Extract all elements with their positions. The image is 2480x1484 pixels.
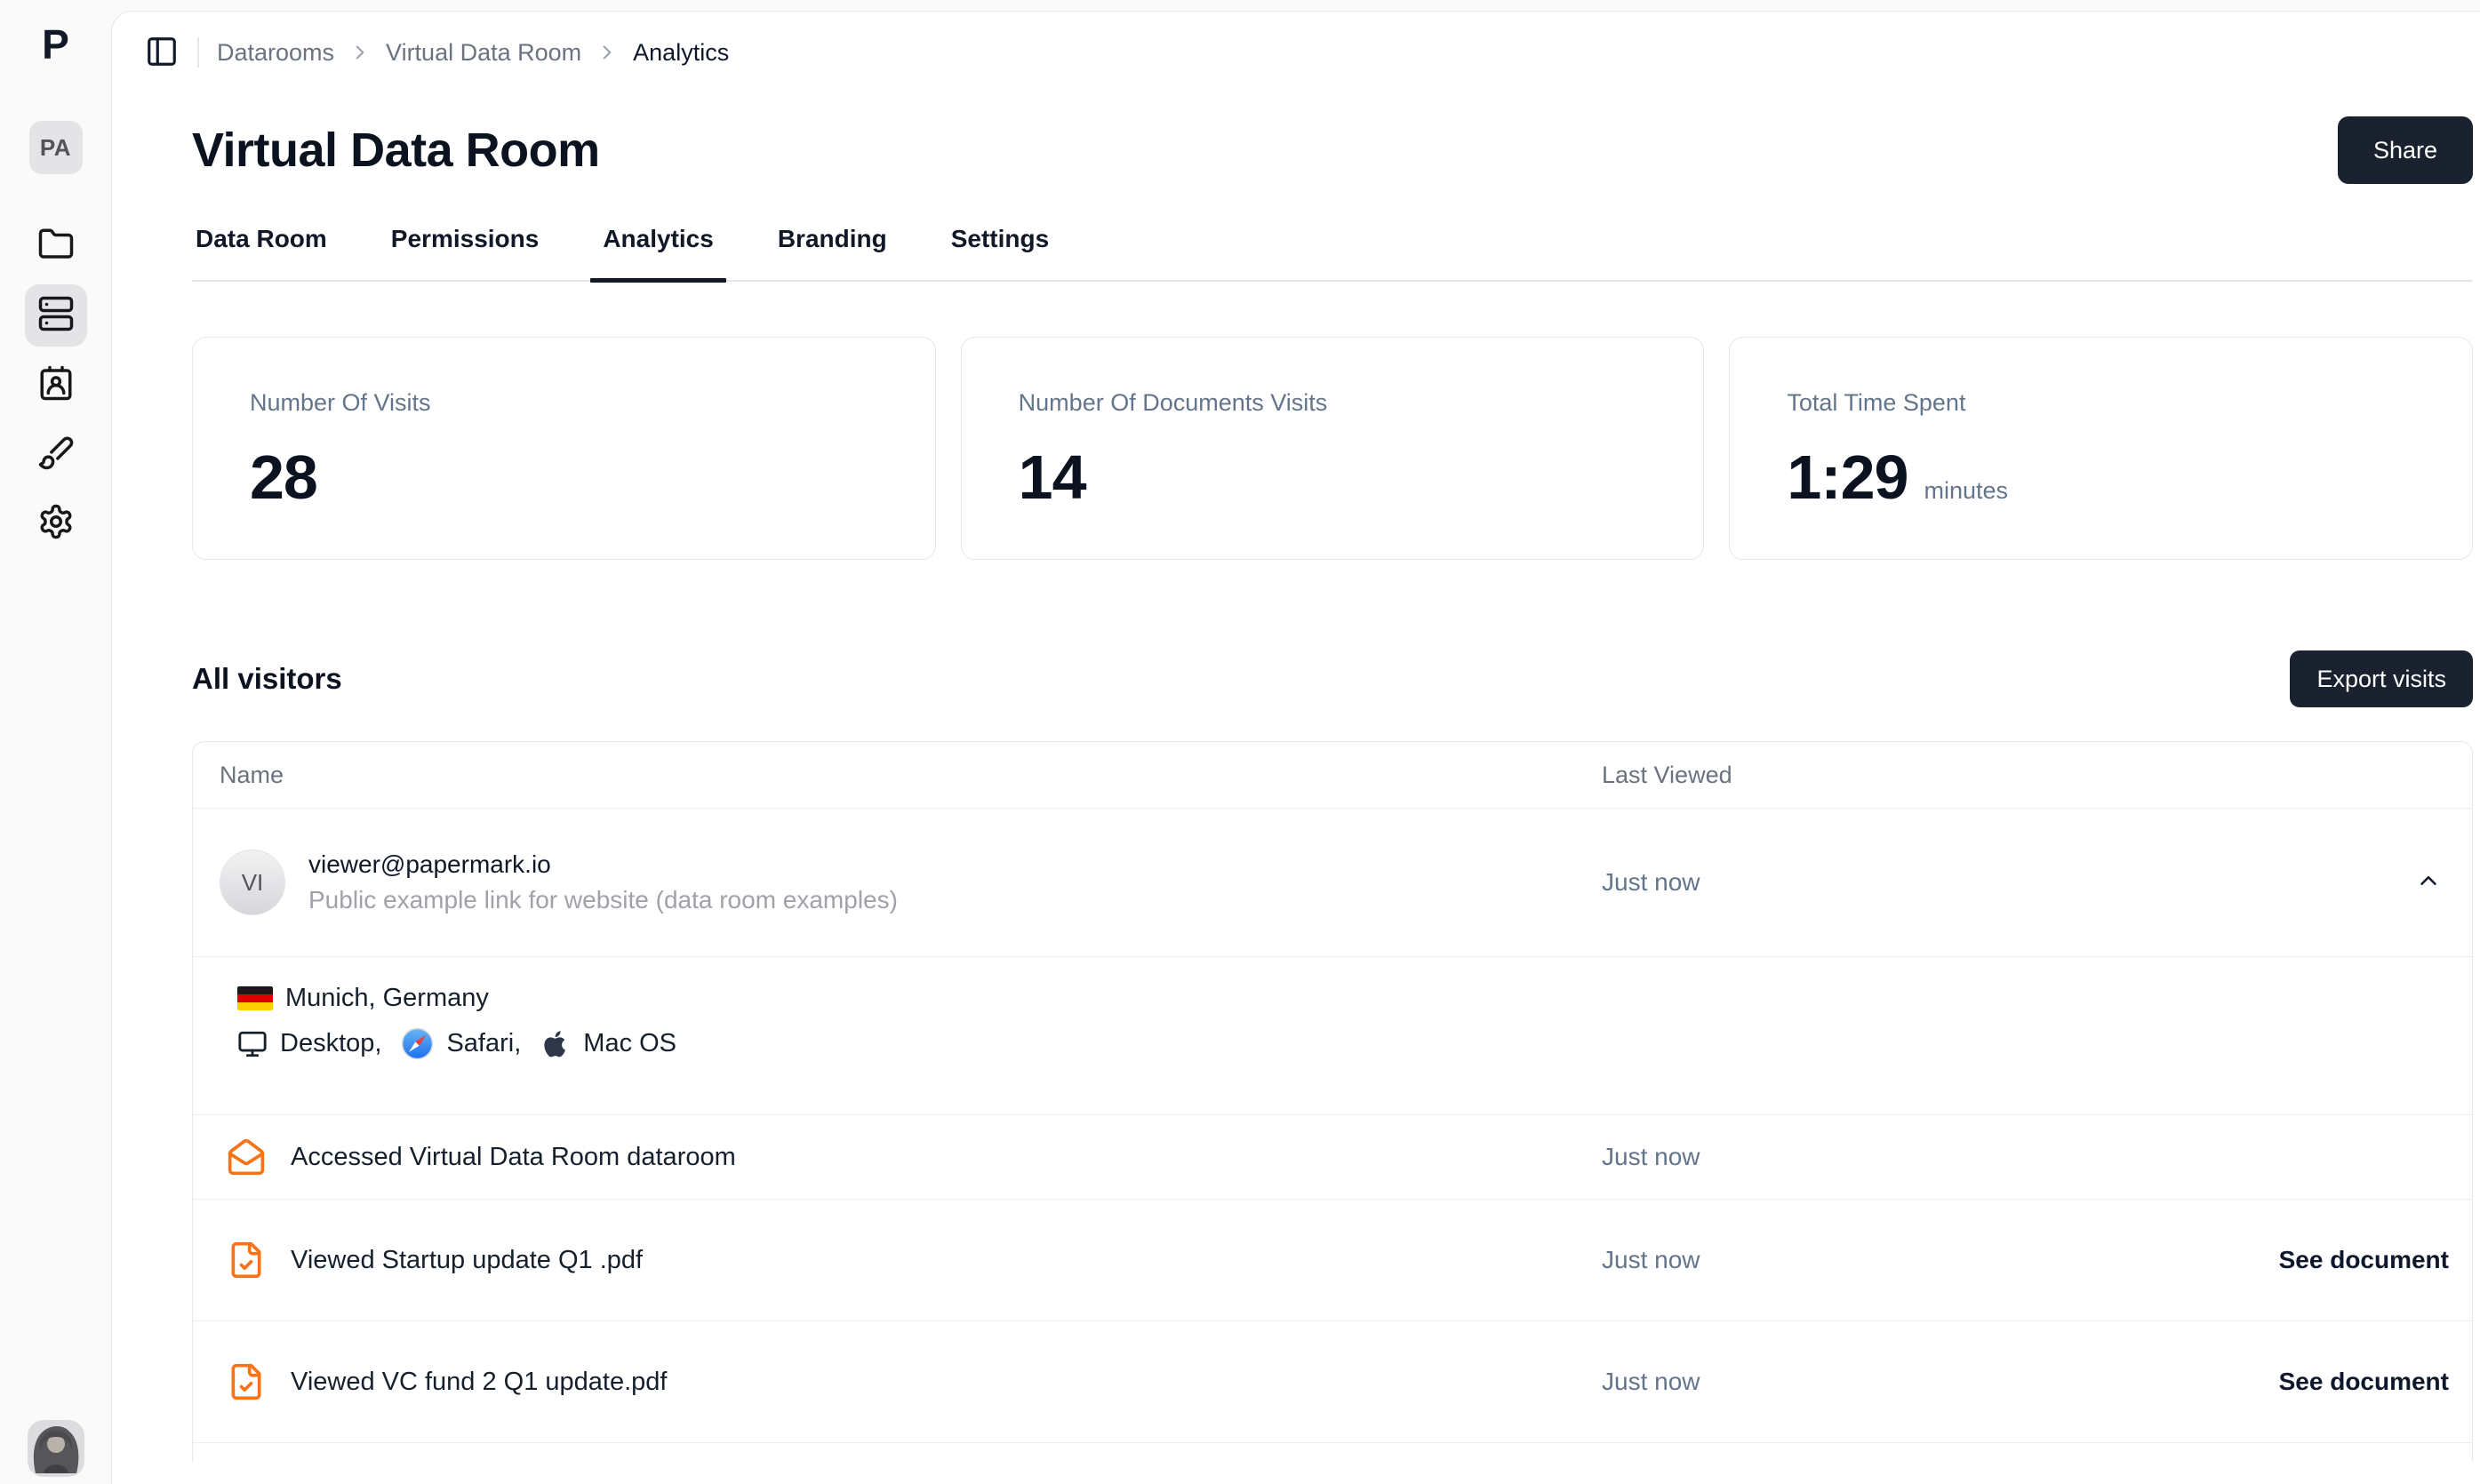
- stat-card-time-spent: Total Time Spent 1:29 minutes: [1729, 337, 2473, 560]
- activity-row-viewed-1: Viewed Startup update Q1 .pdf Just now S…: [193, 1200, 2472, 1321]
- germany-flag-icon: [237, 986, 273, 1010]
- activity-row-accessed: Accessed Virtual Data Room dataroom Just…: [193, 1115, 2472, 1200]
- breadcrumb-divider: [197, 37, 199, 68]
- stat-card-visits: Number Of Visits 28: [192, 337, 936, 560]
- visitor-email: viewer@papermark.io: [308, 850, 898, 879]
- see-document-link[interactable]: See document: [2054, 1368, 2472, 1396]
- visitors-table: Name Last Viewed VI viewer@papermark.io …: [192, 741, 2473, 1463]
- activity-text: Accessed Virtual Data Room dataroom: [291, 1143, 736, 1172]
- stat-value: 1:29: [1787, 442, 1908, 513]
- sidebar-item-datarooms[interactable]: [25, 284, 87, 347]
- breadcrumb-item-dataroom[interactable]: Virtual Data Room: [386, 39, 581, 67]
- column-header-name: Name: [193, 762, 1602, 789]
- visitor-avatar: VI: [220, 850, 285, 915]
- tab-settings[interactable]: Settings: [948, 225, 1052, 280]
- see-document-link[interactable]: See document: [2054, 1246, 2472, 1274]
- mail-open-icon: [227, 1137, 266, 1177]
- visitor-row[interactable]: VI viewer@papermark.io Public example li…: [193, 809, 2472, 957]
- activity-row-viewed-2: Viewed VC fund 2 Q1 update.pdf Just now …: [193, 1321, 2472, 1443]
- stat-value: 14: [1019, 442, 1086, 513]
- branding-brush-icon: [37, 434, 75, 475]
- sidebar-item-contacts[interactable]: [25, 354, 87, 416]
- activity-time: Just now: [1602, 1246, 2054, 1274]
- breadcrumb-item-analytics[interactable]: Analytics: [633, 39, 729, 67]
- settings-gear-icon: [37, 503, 75, 545]
- monitor-icon: [237, 1029, 268, 1059]
- user-avatar[interactable]: [28, 1420, 84, 1477]
- file-check-icon: [227, 1362, 266, 1401]
- page-title: Virtual Data Room: [192, 123, 600, 178]
- tab-analytics[interactable]: Analytics: [599, 225, 717, 280]
- activity-text: Viewed Startup update Q1 .pdf: [291, 1246, 643, 1275]
- tab-data-room[interactable]: Data Room: [192, 225, 331, 280]
- visitor-location: Munich, Germany: [285, 984, 489, 1013]
- visitors-heading: All visitors: [192, 662, 342, 696]
- tab-permissions[interactable]: Permissions: [388, 225, 543, 280]
- sidebar-item-documents[interactable]: [25, 215, 87, 277]
- datarooms-server-icon: [37, 295, 75, 337]
- chevron-right-icon: [348, 41, 372, 64]
- stat-card-document-visits: Number Of Documents Visits 14: [961, 337, 1705, 560]
- panel-left-icon: [145, 35, 179, 73]
- share-button[interactable]: Share: [2338, 116, 2473, 184]
- visitor-device: Desktop,: [280, 1029, 381, 1058]
- tab-branding[interactable]: Branding: [774, 225, 891, 280]
- apple-icon: [540, 1029, 571, 1059]
- file-check-icon: [227, 1241, 266, 1280]
- sidebar-item-settings[interactable]: [25, 492, 87, 555]
- stat-label: Number Of Visits: [250, 389, 935, 417]
- team-badge[interactable]: PA: [29, 121, 83, 174]
- sidebar-toggle-button[interactable]: [144, 35, 180, 70]
- safari-icon: [401, 1027, 434, 1060]
- column-header-last-viewed: Last Viewed: [1602, 762, 2378, 789]
- table-row: [193, 1443, 2472, 1463]
- contacts-icon: [37, 364, 75, 406]
- activity-time: Just now: [1602, 1143, 2054, 1171]
- visitor-os: Mac OS: [583, 1029, 676, 1058]
- visitor-link-description: Public example link for website (data ro…: [308, 886, 898, 914]
- stat-value: 28: [250, 442, 317, 513]
- folder-icon: [37, 226, 75, 267]
- sidebar-item-branding[interactable]: [25, 423, 87, 485]
- visitor-browser: Safari,: [446, 1029, 521, 1058]
- stat-label: Total Time Spent: [1787, 389, 2472, 417]
- sidebar: P PA: [0, 0, 111, 1484]
- chevron-up-icon[interactable]: [2415, 867, 2442, 898]
- user-avatar-photo: [28, 1420, 84, 1477]
- breadcrumb-item-datarooms[interactable]: Datarooms: [217, 39, 334, 67]
- app-logo[interactable]: P: [42, 20, 69, 69]
- export-visits-button[interactable]: Export visits: [2290, 650, 2473, 707]
- breadcrumb: Datarooms Virtual Data Room Analytics: [112, 12, 2480, 70]
- tab-bar: Data Room Permissions Analytics Branding…: [192, 225, 2473, 282]
- table-header-row: Name Last Viewed: [193, 742, 2472, 809]
- visitor-last-viewed: Just now: [1602, 868, 2378, 897]
- activity-text: Viewed VC fund 2 Q1 update.pdf: [291, 1368, 668, 1397]
- chevron-right-icon: [596, 41, 619, 64]
- stat-label: Number Of Documents Visits: [1019, 389, 1704, 417]
- visitor-details-row: Munich, Germany Desktop, Safari,: [193, 957, 2472, 1115]
- stats-cards: Number Of Visits 28 Number Of Documents …: [192, 337, 2473, 560]
- activity-time: Just now: [1602, 1368, 2054, 1396]
- main-panel: Datarooms Virtual Data Room Analytics Vi…: [111, 11, 2480, 1484]
- stat-suffix: minutes: [1924, 477, 2008, 505]
